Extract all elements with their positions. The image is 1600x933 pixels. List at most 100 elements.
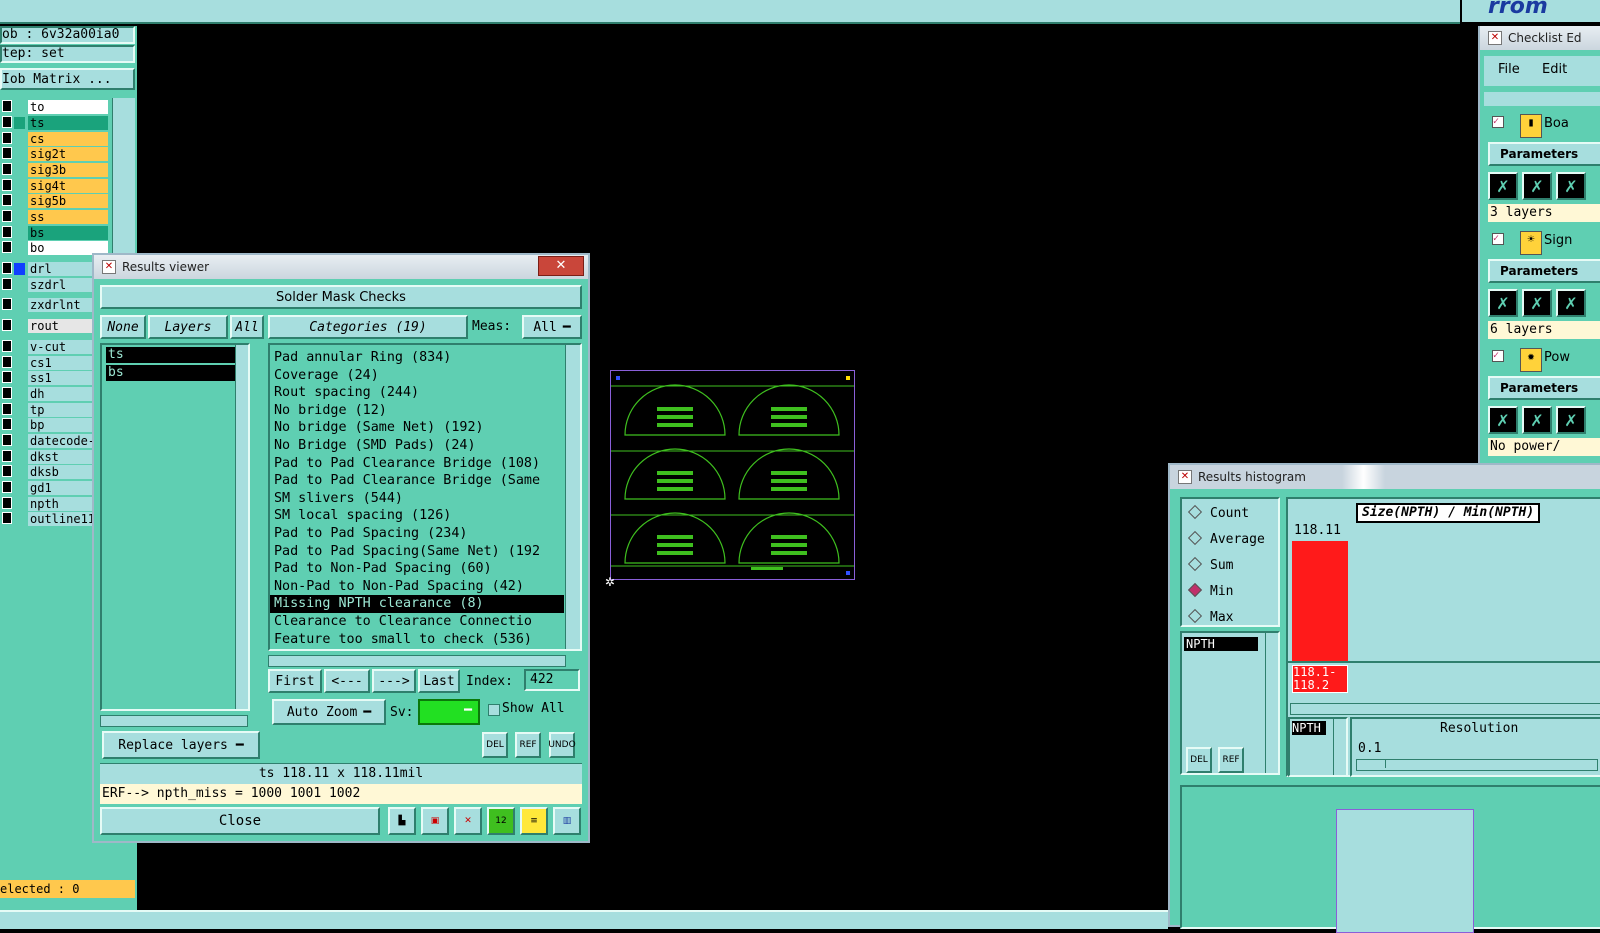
selected-layer-item[interactable]: ts: [106, 347, 244, 363]
menu-file[interactable]: File: [1498, 62, 1520, 77]
histogram-ref-icon[interactable]: REF: [1218, 747, 1244, 773]
category-item[interactable]: Pad to Pad Clearance Bridge (108): [270, 455, 564, 473]
layers-list-scrollbar[interactable]: [235, 345, 248, 709]
close-button[interactable]: Close: [100, 807, 380, 835]
index-input[interactable]: 422: [524, 669, 580, 691]
number-icon[interactable]: 12: [487, 807, 515, 835]
histogram-bar[interactable]: [1292, 541, 1348, 661]
first-button[interactable]: First: [268, 669, 322, 693]
layer-checkbox[interactable]: [2, 278, 12, 290]
replace-layers-dropdown[interactable]: Replace layers ━: [102, 731, 260, 759]
layer-checkbox[interactable]: [2, 226, 12, 238]
run-action-icon[interactable]: ✗: [1556, 172, 1586, 200]
histogram-list-item[interactable]: NPTH: [1184, 637, 1258, 651]
layer-checkbox[interactable]: [2, 262, 12, 274]
selected-layer-item[interactable]: bs: [106, 365, 244, 381]
run-action-icon[interactable]: ✗: [1556, 406, 1586, 434]
category-item[interactable]: Non-Pad to Non-Pad Spacing (42): [270, 578, 564, 596]
all-layers-button[interactable]: All: [230, 315, 264, 339]
none-button[interactable]: None: [100, 315, 146, 339]
categories-scrollbar[interactable]: [565, 345, 580, 649]
clear-ref-icon[interactable]: ✕: [454, 807, 482, 835]
histogram-del-icon[interactable]: DEL: [1186, 747, 1212, 773]
category-item[interactable]: SM local spacing (126): [270, 507, 564, 525]
run-action-icon[interactable]: ✗: [1488, 406, 1518, 434]
resolution-slider[interactable]: [1356, 759, 1598, 771]
layer-checkbox[interactable]: [2, 481, 12, 493]
del-icon[interactable]: DEL: [482, 732, 508, 758]
layer-checkbox[interactable]: [2, 194, 12, 206]
ref-icon[interactable]: REF: [515, 732, 541, 758]
mode-radio-sum[interactable]: Sum: [1187, 553, 1286, 579]
category-item[interactable]: No bridge (Same Net) (192): [270, 419, 564, 437]
layer-row[interactable]: to: [2, 100, 108, 115]
mode-radio-average[interactable]: Average: [1187, 527, 1286, 553]
run-action-icon[interactable]: ✗: [1522, 406, 1552, 434]
checklist-item-checkbox[interactable]: ✓: [1492, 233, 1504, 245]
category-item[interactable]: Pad to Non-Pad Spacing (60): [270, 560, 564, 578]
layers-button[interactable]: Layers: [148, 315, 228, 339]
category-item[interactable]: Pad to Pad Spacing(Same Net) (192: [270, 543, 564, 561]
category-item[interactable]: SM slivers (544): [270, 490, 564, 508]
sv-color-dropdown[interactable]: ━: [418, 699, 480, 725]
category-item[interactable]: Rout spacing (244): [270, 384, 564, 402]
mode-radio-max[interactable]: Max: [1187, 605, 1286, 631]
category-item[interactable]: Clearance to Clearance Connectio: [270, 613, 564, 631]
parameters-button[interactable]: Parameters: [1488, 259, 1600, 283]
run-action-icon[interactable]: ✗: [1522, 289, 1552, 317]
layers-hscrollbar[interactable]: [100, 715, 248, 727]
layer-row[interactable]: bs: [2, 226, 108, 241]
layer-checkbox[interactable]: [2, 403, 12, 415]
auto-zoom-dropdown[interactable]: Auto Zoom ━: [272, 699, 386, 725]
layer-checkbox[interactable]: [2, 319, 12, 331]
job-matrix-button[interactable]: Iob Matrix ...: [0, 68, 135, 90]
resolution-list-scrollbar[interactable]: [1333, 719, 1346, 775]
report-icon[interactable]: ▣: [421, 807, 449, 835]
checklist-item[interactable]: ✓ ☀ Sign Parameters ✗ ✗ ✗ 6 layers: [1484, 227, 1600, 344]
layer-checkbox[interactable]: [2, 371, 12, 383]
layer-row[interactable]: ts: [2, 116, 108, 131]
next-button[interactable]: --->: [372, 669, 416, 693]
layer-checkbox[interactable]: [2, 512, 12, 524]
layer-checkbox[interactable]: [2, 163, 12, 175]
layer-checkbox[interactable]: [2, 132, 12, 144]
layer-row[interactable]: sig4t: [2, 179, 108, 194]
layer-checkbox[interactable]: [2, 450, 12, 462]
layer-checkbox[interactable]: [2, 100, 12, 112]
layer-checkbox[interactable]: [2, 465, 12, 477]
category-item[interactable]: No bridge (12): [270, 402, 564, 420]
close-window-icon[interactable]: ✕: [538, 256, 584, 276]
mode-radio-min[interactable]: Min: [1187, 579, 1286, 605]
layer-checkbox[interactable]: [2, 434, 12, 446]
run-action-icon[interactable]: ✗: [1522, 172, 1552, 200]
resolution-list-item[interactable]: NPTH: [1292, 721, 1326, 735]
checklist-item-checkbox[interactable]: ✓: [1492, 350, 1504, 362]
pcb-board-panel[interactable]: [610, 370, 855, 580]
layer-checkbox[interactable]: [2, 210, 12, 222]
layer-checkbox[interactable]: [2, 356, 12, 368]
prev-button[interactable]: <---: [324, 669, 370, 693]
layer-checkbox[interactable]: [2, 387, 12, 399]
category-item[interactable]: Pad to Pad Spacing (234): [270, 525, 564, 543]
run-action-icon[interactable]: ✗: [1556, 289, 1586, 317]
layer-row[interactable]: cs: [2, 132, 108, 147]
histogram-hscrollbar[interactable]: [1290, 703, 1600, 715]
histogram-icon[interactable]: ▥: [553, 807, 581, 835]
layer-row[interactable]: sig3b: [2, 163, 108, 178]
layer-checkbox[interactable]: [2, 147, 12, 159]
run-action-icon[interactable]: ✗: [1488, 289, 1518, 317]
menu-edit[interactable]: Edit: [1542, 62, 1567, 77]
meas-dropdown[interactable]: All ━: [522, 315, 582, 339]
resolution-slider-handle[interactable]: [1357, 760, 1386, 768]
undo-icon[interactable]: UNDO: [548, 732, 576, 758]
last-button[interactable]: Last: [418, 669, 460, 693]
categories-hscrollbar[interactable]: [268, 655, 566, 667]
category-item[interactable]: Pad to Pad Clearance Bridge (Same: [270, 472, 564, 490]
layer-checkbox[interactable]: [2, 116, 12, 128]
layer-row[interactable]: sig2t: [2, 147, 108, 162]
category-item[interactable]: Missing NPTH clearance (8): [270, 595, 564, 613]
layer-checkbox[interactable]: [2, 298, 12, 310]
run-action-icon[interactable]: ✗: [1488, 172, 1518, 200]
layer-row[interactable]: sig5b: [2, 194, 108, 209]
layer-checkbox[interactable]: [2, 340, 12, 352]
